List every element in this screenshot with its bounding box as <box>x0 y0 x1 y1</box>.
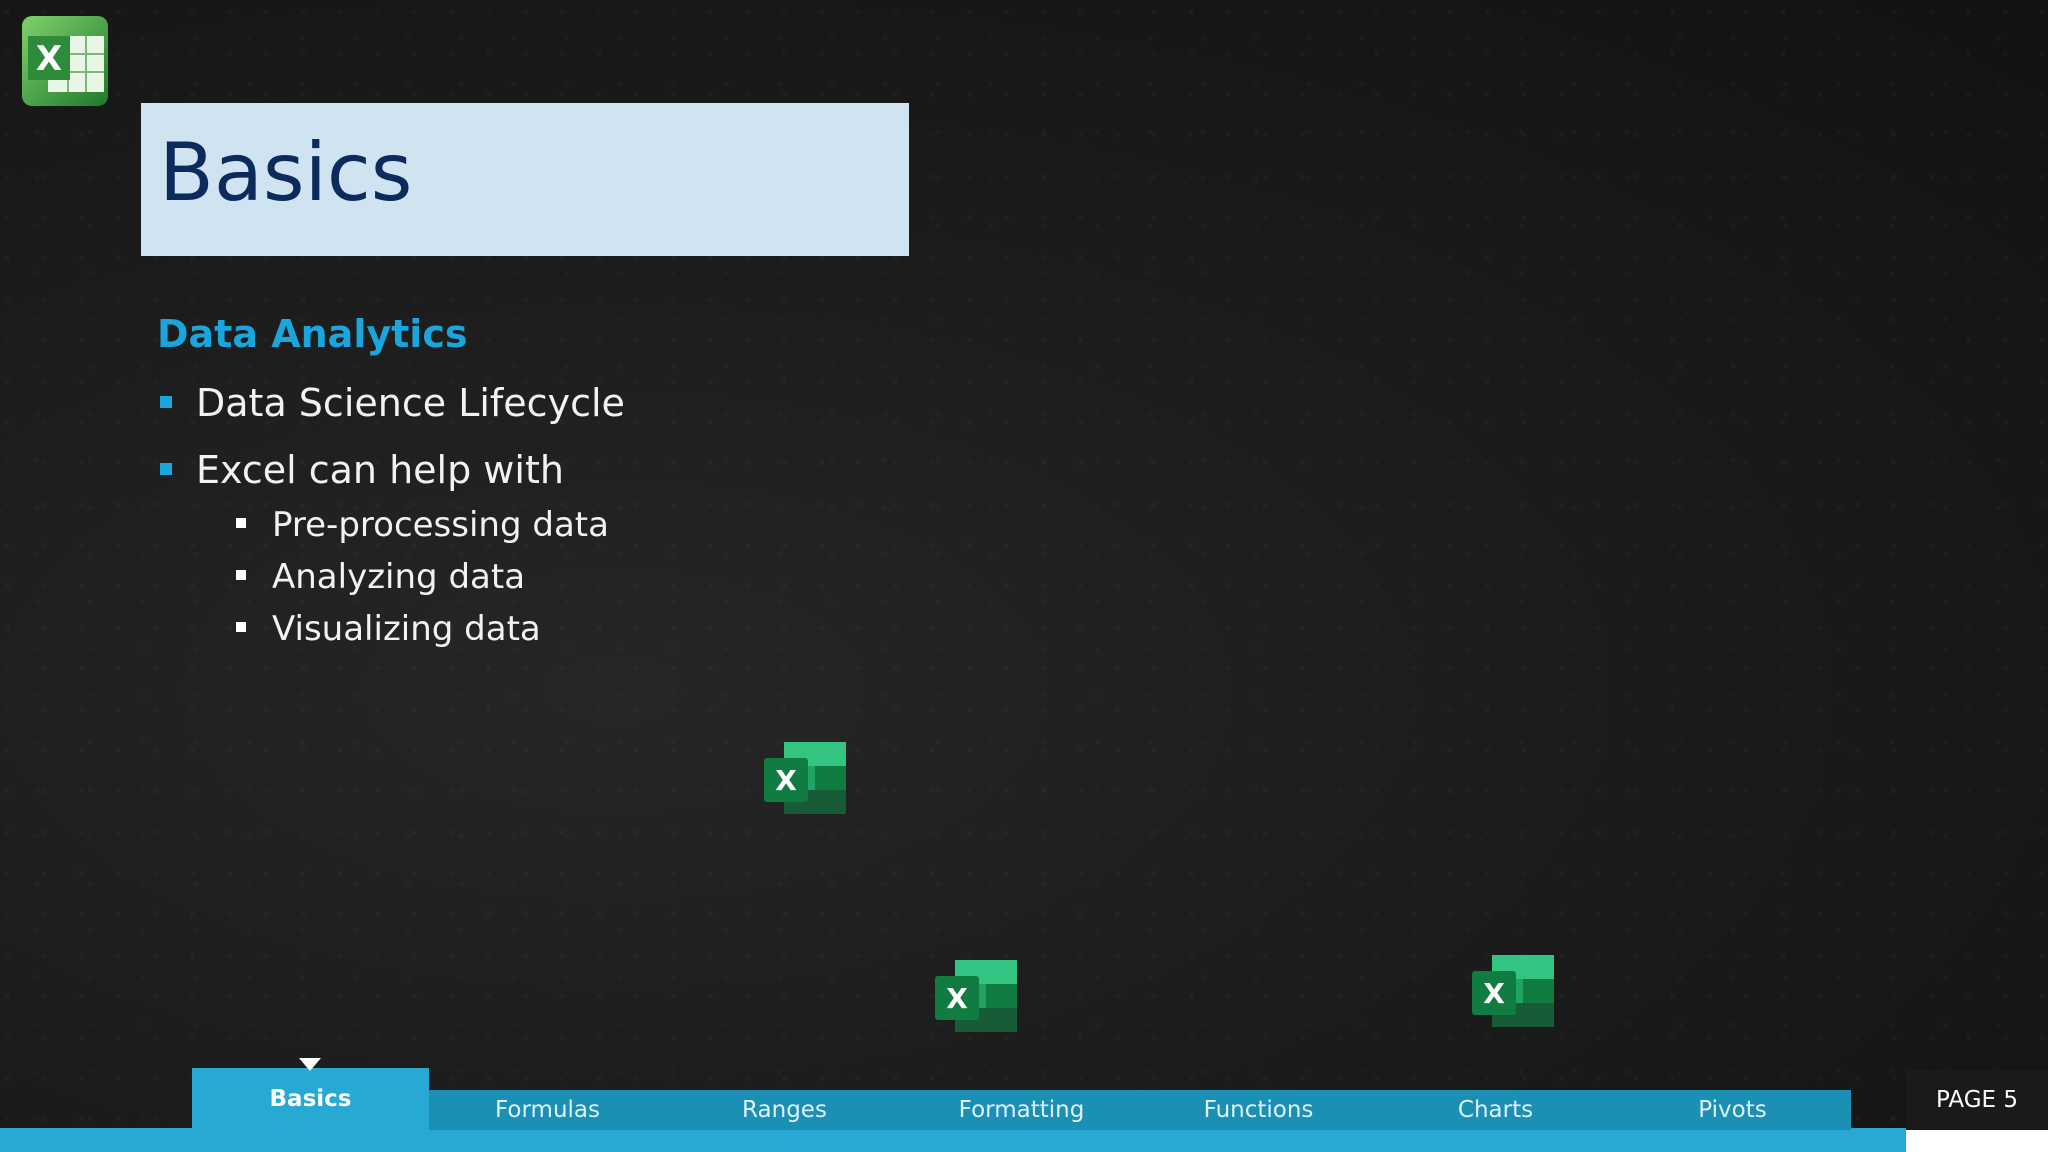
sub-bullet-text: Visualizing data <box>272 609 541 649</box>
sub-bullet-marker <box>236 622 246 632</box>
svg-text:X: X <box>775 764 797 797</box>
bullet-item: Data Science Lifecycle <box>160 381 625 425</box>
nav-tab-pivots[interactable]: Pivots <box>1614 1090 1851 1130</box>
excel-app-icon: X <box>935 960 1017 1032</box>
sub-bullet-marker <box>236 518 246 528</box>
bullet-text: Data Science Lifecycle <box>196 381 625 425</box>
sub-bullet-item: Visualizing data <box>236 609 541 649</box>
nav-tab-ranges[interactable]: Ranges <box>666 1090 903 1130</box>
nav-bottom-strip <box>0 1128 1906 1152</box>
bullet-item: Excel can help with <box>160 448 564 492</box>
page-number: PAGE 5 <box>1906 1070 2048 1130</box>
sub-bullet-item: Pre-processing data <box>236 505 609 545</box>
excel-app-icon: X <box>764 742 846 814</box>
bullet-text: Excel can help with <box>196 448 564 492</box>
nav-tab-charts[interactable]: Charts <box>1377 1090 1614 1130</box>
bullet-marker <box>160 463 172 475</box>
excel-classic-logo-icon: X <box>22 16 108 106</box>
svg-text:X: X <box>36 39 62 79</box>
title-box: Basics <box>141 103 909 256</box>
nav-tab-basics[interactable]: Basics <box>192 1068 429 1130</box>
sub-bullet-item: Analyzing data <box>236 557 526 597</box>
sub-bullet-marker <box>236 570 246 580</box>
slide-title: Basics <box>159 126 413 219</box>
bullet-marker <box>160 396 172 408</box>
excel-app-icon: X <box>1472 955 1554 1027</box>
sub-bullet-text: Analyzing data <box>272 557 526 597</box>
nav-tab-formatting[interactable]: Formatting <box>903 1090 1140 1130</box>
active-tab-arrow-icon <box>299 1058 321 1071</box>
nav-tab-functions[interactable]: Functions <box>1140 1090 1377 1130</box>
section-heading: Data Analytics <box>157 312 468 356</box>
svg-text:X: X <box>946 982 968 1015</box>
slide: X Basics Data Analytics Data Science Lif… <box>0 0 2048 1152</box>
page-number-underline <box>1906 1130 2048 1152</box>
svg-text:X: X <box>1483 977 1505 1010</box>
sub-bullet-text: Pre-processing data <box>272 505 609 545</box>
nav-tab-formulas[interactable]: Formulas <box>429 1090 666 1130</box>
